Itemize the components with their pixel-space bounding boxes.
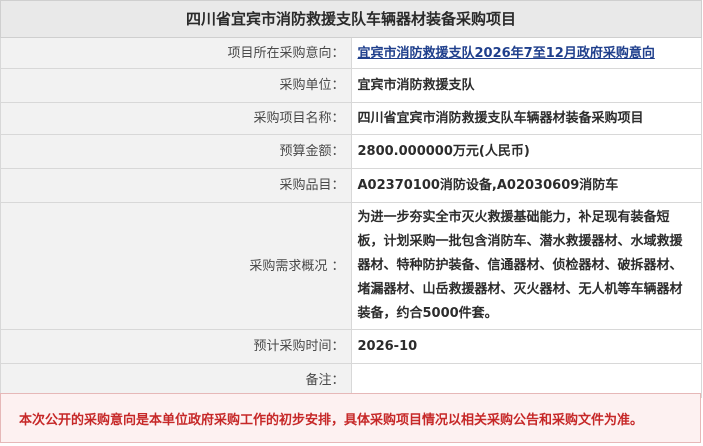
row-value-project-name: 四川省宜宾市消防救援支队车辆器材装备采购项目 — [350, 102, 702, 135]
row-value-purchaser: 宜宾市消防救援支队 — [350, 68, 702, 103]
row-label-budget: 预算金额： — [0, 134, 352, 169]
table-row-requirements: 采购需求概况 ： 为进一步夯实全市灭火救援基础能力，补足现有装备短板，计划采购一… — [0, 202, 702, 330]
table-row-intent: 项目所在采购意向： 宜宾市消防救援支队2026年7至12月政府采购意向 — [0, 37, 702, 69]
row-value-requirements: 为进一步夯实全市灭火救援基础能力，补足现有装备短板，计划采购一批包含消防车、潜水… — [350, 202, 702, 330]
row-value-budget: 2800.000000万元(人民币) — [350, 134, 702, 169]
row-value-category: A02370100消防设备,A02030609消防车 — [350, 168, 702, 203]
row-label-planned-time: 预计采购时间： — [0, 329, 352, 364]
row-label-project-name: 采购项目名称： — [0, 102, 352, 135]
procurement-intent-link[interactable]: 宜宾市消防救援支队2026年7至12月政府采购意向 — [358, 46, 655, 61]
table-row-project-name: 采购项目名称： 四川省宜宾市消防救援支队车辆器材装备采购项目 — [0, 102, 702, 135]
notice-text: 本次公开的采购意向是本单位政府采购工作的初步安排，具体采购项目情况以相关采购公告… — [19, 413, 644, 428]
row-value-planned-time: 2026-10 — [350, 329, 702, 364]
row-label-category: 采购品目： — [0, 168, 352, 203]
notice-box: 本次公开的采购意向是本单位政府采购工作的初步安排，具体采购项目情况以相关采购公告… — [0, 393, 701, 443]
table-row-planned-time: 预计采购时间： 2026-10 — [0, 329, 702, 364]
row-label-intent: 项目所在采购意向： — [0, 37, 352, 69]
page-title: 四川省宜宾市消防救援支队车辆器材装备采购项目 — [0, 0, 702, 38]
table-row-purchaser: 采购单位： 宜宾市消防救援支队 — [0, 68, 702, 103]
row-label-purchaser: 采购单位： — [0, 68, 352, 103]
row-label-requirements: 采购需求概况 ： — [0, 202, 352, 330]
table-row-budget: 预算金额： 2800.000000万元(人民币) — [0, 134, 702, 169]
procurement-detail-table: 四川省宜宾市消防救援支队车辆器材装备采购项目 项目所在采购意向： 宜宾市消防救援… — [0, 0, 702, 398]
table-row-category: 采购品目： A02370100消防设备,A02030609消防车 — [0, 168, 702, 203]
row-value-intent: 宜宾市消防救援支队2026年7至12月政府采购意向 — [350, 37, 702, 69]
requirements-text: 为进一步夯实全市灭火救援基础能力，补足现有装备短板，计划采购一批包含消防车、潜水… — [357, 210, 683, 321]
